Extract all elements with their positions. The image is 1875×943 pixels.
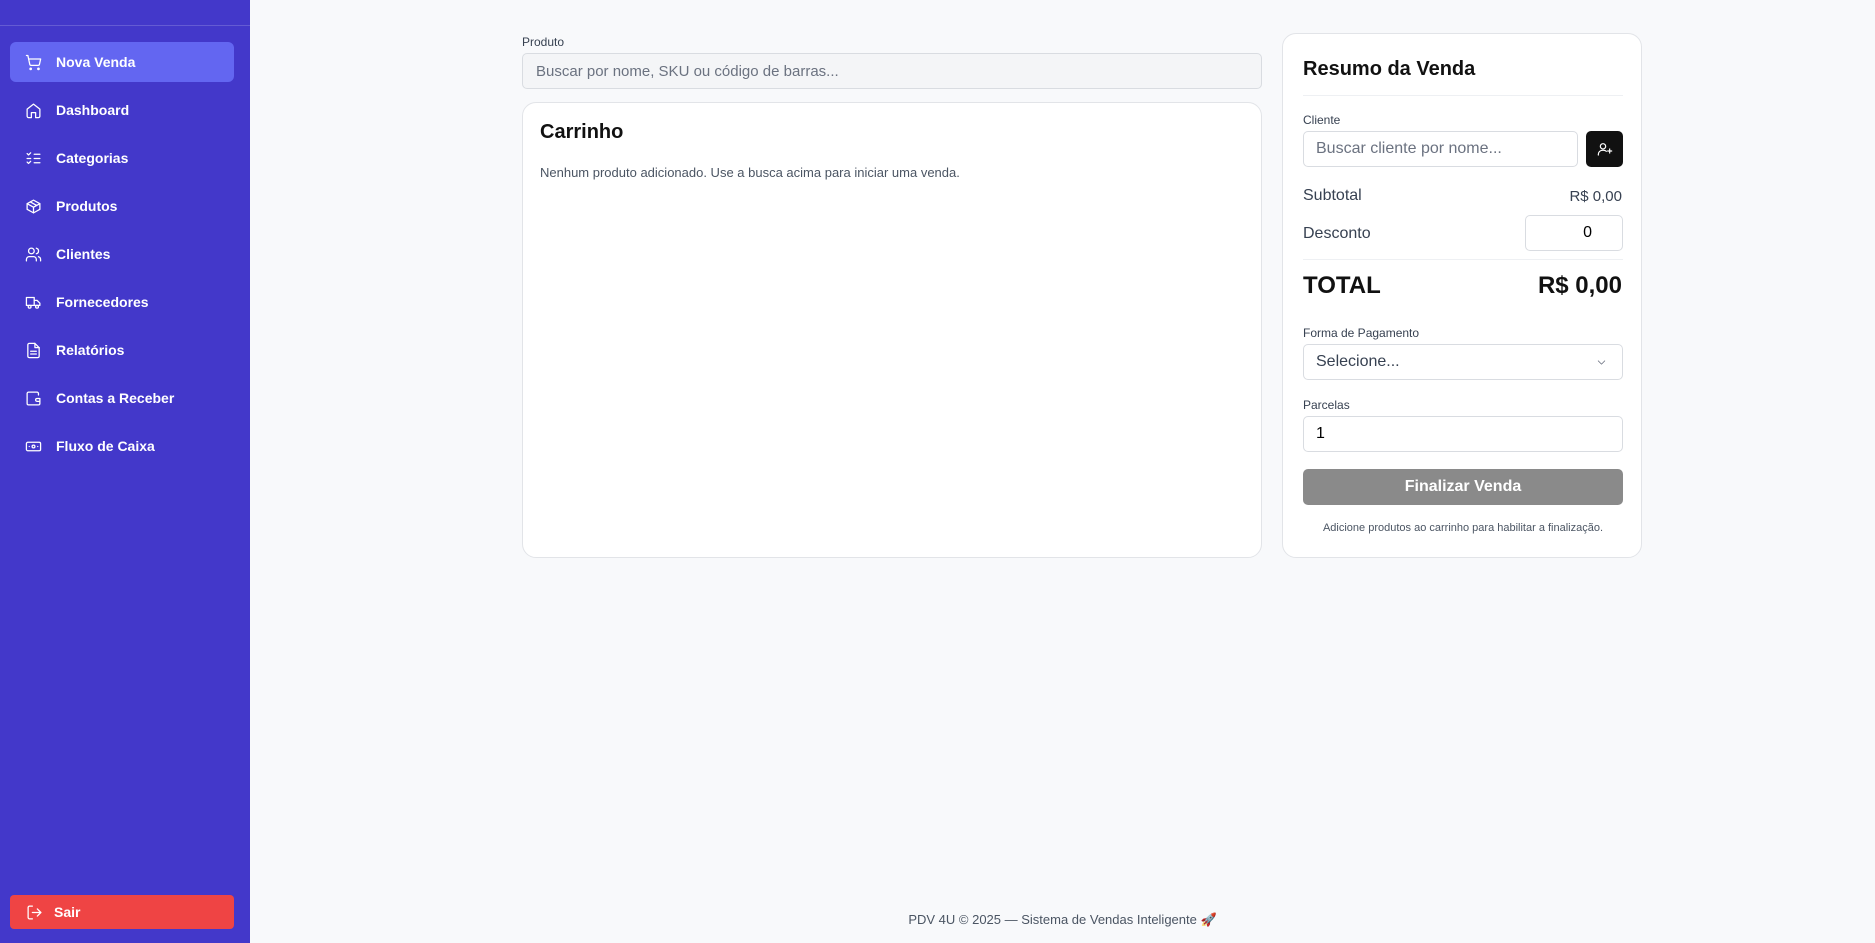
sidebar-item-label: Fornecedores bbox=[56, 294, 149, 310]
sidebar-item-label: Contas a Receber bbox=[56, 390, 175, 406]
sidebar-item-label: Relatórios bbox=[56, 342, 125, 358]
cart-title: Carrinho bbox=[540, 121, 624, 143]
sale-summary-panel: Resumo da Venda Cliente Subtotal R$ 0,00… bbox=[1282, 33, 1642, 558]
payment-method-select[interactable]: Selecione... bbox=[1303, 344, 1623, 380]
home-icon bbox=[24, 101, 42, 119]
cart-icon bbox=[24, 53, 42, 71]
product-search-input[interactable] bbox=[522, 53, 1262, 89]
sidebar-item-produtos[interactable]: Produtos bbox=[10, 186, 234, 226]
discount-label: Desconto bbox=[1303, 225, 1371, 242]
installments-input[interactable] bbox=[1303, 416, 1623, 452]
installments-label: Parcelas bbox=[1303, 398, 1350, 412]
users-icon bbox=[24, 245, 42, 263]
total-label: TOTAL bbox=[1303, 272, 1381, 299]
total-value: R$ 0,00 bbox=[1537, 272, 1622, 299]
sidebar-item-clientes[interactable]: Clientes bbox=[10, 234, 234, 274]
finalize-sale-button[interactable]: Finalizar Venda bbox=[1303, 469, 1623, 505]
sidebar-divider bbox=[0, 25, 250, 26]
footer-text: PDV 4U © 2025 — Sistema de Vendas Inteli… bbox=[908, 912, 1217, 927]
sidebar: Nova Venda Dashboard Categorias Produtos… bbox=[0, 0, 250, 943]
cart-empty-message: Nenhum produto adicionado. Use a busca a… bbox=[540, 165, 960, 180]
subtotal-label: Subtotal bbox=[1303, 187, 1362, 204]
summary-divider bbox=[1303, 95, 1623, 96]
logout-label: Sair bbox=[54, 904, 81, 920]
client-label: Cliente bbox=[1303, 113, 1341, 127]
chevron-down-icon bbox=[1595, 356, 1608, 374]
cart-panel: Carrinho Nenhum produto adicionado. Use … bbox=[522, 102, 1262, 558]
sidebar-item-dashboard[interactable]: Dashboard bbox=[10, 90, 234, 130]
product-label: Produto bbox=[522, 35, 565, 49]
add-client-button[interactable] bbox=[1586, 131, 1623, 167]
log-out-icon bbox=[26, 903, 44, 921]
finalize-hint: Adicione produtos ao carrinho para habil… bbox=[1322, 522, 1604, 534]
sidebar-item-nova-venda[interactable]: Nova Venda bbox=[10, 42, 234, 82]
list-checks-icon bbox=[24, 149, 42, 167]
file-text-icon bbox=[24, 341, 42, 359]
summary-title: Resumo da Venda bbox=[1303, 58, 1476, 80]
subtotal-value: R$ 0,00 bbox=[1569, 188, 1622, 205]
sidebar-item-label: Clientes bbox=[56, 246, 111, 262]
client-search-input[interactable] bbox=[1303, 131, 1578, 167]
logout-button[interactable]: Sair bbox=[10, 895, 234, 929]
sidebar-item-categorias[interactable]: Categorias bbox=[10, 138, 234, 178]
payment-method-label: Forma de Pagamento bbox=[1303, 326, 1420, 340]
payment-method-selected: Selecione... bbox=[1316, 353, 1400, 370]
sidebar-nav: Nova Venda Dashboard Categorias Produtos… bbox=[10, 42, 234, 474]
sidebar-item-fluxo-de-caixa[interactable]: Fluxo de Caixa bbox=[10, 426, 234, 466]
banknote-icon bbox=[24, 437, 42, 455]
truck-icon bbox=[24, 293, 42, 311]
discount-input[interactable] bbox=[1525, 215, 1623, 251]
sidebar-item-label: Categorias bbox=[56, 150, 129, 166]
user-plus-icon bbox=[1597, 141, 1613, 157]
total-divider bbox=[1303, 259, 1623, 260]
package-icon bbox=[24, 197, 42, 215]
sidebar-item-label: Fluxo de Caixa bbox=[56, 438, 155, 454]
sidebar-item-label: Nova Venda bbox=[56, 54, 136, 70]
sidebar-item-contas-a-receber[interactable]: Contas a Receber bbox=[10, 378, 234, 418]
sidebar-item-fornecedores[interactable]: Fornecedores bbox=[10, 282, 234, 322]
sidebar-item-label: Produtos bbox=[56, 198, 118, 214]
wallet-icon bbox=[24, 389, 42, 407]
sidebar-item-label: Dashboard bbox=[56, 102, 130, 118]
sidebar-item-relatorios[interactable]: Relatórios bbox=[10, 330, 234, 370]
